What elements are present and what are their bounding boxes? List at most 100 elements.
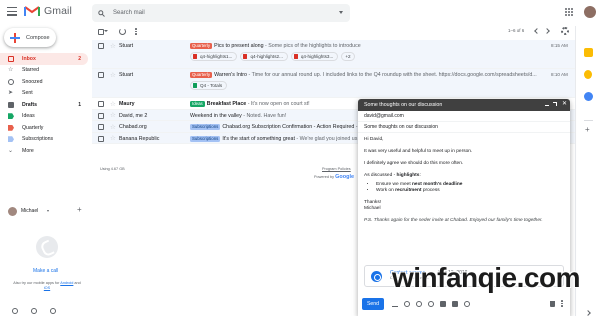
add-ons-plus-icon[interactable]: + — [585, 126, 590, 134]
sidebar-item-inbox[interactable]: Inbox 2 — [0, 53, 88, 65]
more-options-icon[interactable] — [135, 28, 137, 36]
label-badge[interactable]: Subscriptions — [190, 135, 221, 142]
compose-label: Compose — [26, 34, 50, 41]
row-checkbox[interactable] — [98, 124, 104, 130]
select-dropdown-icon[interactable] — [104, 30, 108, 32]
tasks-icon[interactable] — [584, 92, 593, 101]
new-conversation-icon[interactable]: + — [77, 206, 82, 214]
contacts-icon[interactable] — [12, 308, 18, 314]
close-icon[interactable]: ✕ — [562, 101, 567, 107]
star-icon[interactable]: ☆ — [110, 100, 116, 108]
hangouts-user-name[interactable]: Michael — [21, 208, 38, 214]
chevron-right-icon[interactable] — [544, 28, 550, 34]
compose-header[interactable]: Some thoughts on our discussion ✕ — [358, 99, 570, 111]
trash-icon[interactable] — [550, 301, 555, 307]
table-row[interactable]: ☆ Stuart Quarterly Warren's Intro - Time … — [92, 69, 575, 98]
sidebar-item-quarterly[interactable]: Quarterly — [0, 122, 88, 134]
phone-icon — [36, 236, 58, 258]
star-icon[interactable]: ☆ — [110, 111, 116, 119]
more-options-icon[interactable] — [561, 300, 563, 308]
label-badge[interactable]: Quarterly — [190, 72, 213, 78]
sidebar-item-snoozed[interactable]: Snoozed — [0, 76, 88, 88]
phone-call-icon[interactable] — [50, 308, 56, 314]
apps-grid-icon[interactable] — [565, 8, 573, 16]
compose-button[interactable]: Compose — [4, 28, 56, 47]
attachment-chip[interactable]: q4-highlights1... — [190, 52, 238, 61]
more-attachments-chip[interactable]: +2 — [341, 52, 355, 61]
subject-field[interactable]: Some thoughts on our discussion — [358, 122, 570, 133]
make-call-link[interactable]: Make a call — [33, 268, 58, 274]
star-icon[interactable]: ☆ — [110, 134, 116, 142]
message-body[interactable]: Hi David, It was very useful and helpful… — [358, 133, 570, 234]
side-divider — [584, 120, 593, 121]
android-link[interactable]: Android — [60, 281, 73, 285]
email-sender: David, me 2 — [119, 112, 148, 119]
ios-link[interactable]: iOS — [44, 286, 50, 290]
minimize-icon[interactable] — [545, 105, 549, 106]
sidebar-item-starred[interactable]: ☆ Starred — [0, 65, 88, 77]
search-bar[interactable]: Search mail — [92, 4, 350, 22]
send-button[interactable]: Send — [362, 298, 384, 310]
attachment-chips: q4-highlights1... q4-highlights2... q4-h… — [190, 52, 355, 61]
star-icon[interactable]: ☆ — [110, 42, 116, 50]
gear-icon[interactable] — [561, 27, 569, 35]
sidebar-nav: Inbox 2 ☆ Starred Snoozed ➤ Sent Drafts … — [0, 53, 90, 157]
table-row[interactable]: ☆ Stuart Quarterly Pics to present along … — [92, 40, 575, 69]
label-badge[interactable]: Ideas — [190, 101, 205, 107]
gmail-logo[interactable]: Gmail — [24, 5, 72, 17]
sidebar-item-label: Snoozed — [22, 78, 43, 85]
emoji-icon[interactable] — [428, 301, 434, 307]
spreadsheet-icon — [193, 83, 197, 88]
account-avatar[interactable] — [584, 6, 596, 18]
email-sender: Banana Republic — [119, 135, 160, 142]
row-checkbox[interactable] — [98, 43, 104, 49]
attachment-chips: Q4 - Totals — [190, 81, 228, 90]
sidebar-item-label: Subscriptions — [22, 136, 54, 143]
row-checkbox[interactable] — [98, 72, 104, 78]
attachment-chip[interactable]: q4-highlights3... — [290, 52, 339, 61]
confidential-icon[interactable] — [464, 301, 470, 307]
attachment-chip[interactable]: Q4 - Totals — [190, 81, 228, 90]
inbox-icon — [8, 55, 14, 62]
expand-panel-icon[interactable] — [585, 310, 591, 316]
email-sender: Maury — [119, 101, 135, 107]
drive-icon[interactable] — [440, 301, 446, 307]
row-checkbox[interactable] — [98, 135, 104, 142]
star-icon[interactable]: ☆ — [110, 123, 116, 131]
image-file-icon — [193, 54, 197, 59]
photo-icon[interactable] — [452, 301, 458, 307]
row-checkbox[interactable] — [98, 101, 104, 107]
label-badge[interactable]: Subscriptions — [190, 124, 221, 130]
to-field[interactable]: david@gmail.com — [358, 111, 570, 122]
sidebar-item-ideas[interactable]: Ideas — [0, 111, 88, 123]
search-input[interactable]: Search mail — [113, 10, 145, 16]
sidebar-item-more[interactable]: ⌄ More — [0, 145, 88, 157]
formatting-icon[interactable] — [392, 301, 398, 307]
email-sender: Stuart — [119, 43, 134, 49]
label-badge[interactable]: Quarterly — [190, 43, 213, 49]
program-policies-link[interactable]: Program Policies — [322, 167, 351, 171]
gmail-app: Gmail Search mail 1–6 of 6 Compose Inbox — [0, 0, 600, 316]
row-checkbox[interactable] — [98, 112, 104, 119]
main-menu-icon[interactable] — [7, 7, 17, 17]
chat-icon[interactable] — [31, 308, 37, 314]
attachment-chip[interactable]: q4-highlights2... — [240, 52, 288, 61]
plus-icon — [10, 32, 20, 43]
attach-icon[interactable] — [404, 301, 410, 307]
hangouts-avatar[interactable] — [8, 207, 17, 216]
hangouts-status-dropdown-icon[interactable] — [47, 210, 49, 212]
sidebar-item-sent[interactable]: ➤ Sent — [0, 88, 88, 100]
lock-clock-icon — [371, 271, 382, 282]
calendar-icon[interactable] — [584, 48, 593, 57]
expand-icon[interactable] — [553, 102, 557, 106]
search-options-icon[interactable] — [339, 11, 343, 14]
refresh-icon[interactable] — [119, 28, 126, 35]
chevron-left-icon[interactable] — [534, 28, 540, 34]
keep-icon[interactable] — [584, 70, 592, 79]
sidebar-item-subscriptions[interactable]: Subscriptions — [0, 134, 88, 146]
sidebar-item-drafts[interactable]: Drafts 1 — [0, 99, 88, 111]
link-icon[interactable] — [416, 301, 422, 307]
star-icon[interactable]: ☆ — [110, 71, 116, 79]
search-icon[interactable] — [98, 9, 105, 17]
email-sender: Stuart — [119, 72, 134, 78]
